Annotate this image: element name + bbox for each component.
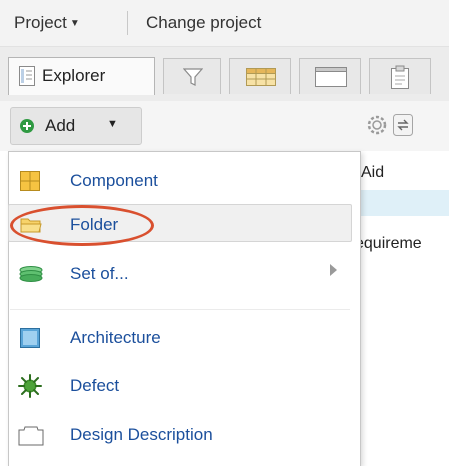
explorer-toolbar: Add ▼ bbox=[0, 101, 449, 151]
column-header-id: Aid bbox=[361, 164, 385, 181]
view-tab-strip: Explorer bbox=[0, 47, 449, 101]
add-button-label: Add bbox=[45, 116, 76, 135]
gear-icon[interactable] bbox=[366, 114, 388, 136]
defect-icon bbox=[18, 374, 42, 398]
menu-item-label: Folder bbox=[70, 215, 119, 234]
menu-divider bbox=[10, 309, 350, 310]
tab-grid[interactable] bbox=[229, 58, 291, 94]
project-menu[interactable]: Project ▼ bbox=[14, 13, 80, 33]
clipboard-icon bbox=[391, 65, 409, 89]
tab-filter[interactable] bbox=[163, 58, 221, 94]
folder-icon bbox=[20, 218, 42, 233]
menu-item-component[interactable]: Component bbox=[12, 165, 350, 199]
requirement-row-text: equireme bbox=[355, 235, 422, 252]
menu-item-set-of[interactable]: Set of... bbox=[12, 258, 350, 292]
menu-item-folder[interactable]: Folder bbox=[12, 209, 350, 243]
menu-item-design-description[interactable]: Design Description bbox=[12, 419, 350, 453]
tab-clipboard[interactable] bbox=[369, 58, 431, 94]
add-plus-icon bbox=[20, 119, 34, 133]
filter-icon bbox=[183, 68, 203, 86]
selected-row-highlight bbox=[352, 190, 449, 216]
set-icon bbox=[19, 266, 43, 282]
menu-item-label: Defect bbox=[70, 376, 120, 395]
add-button[interactable]: Add ▼ bbox=[10, 107, 142, 145]
change-project-link[interactable]: Change project bbox=[146, 13, 261, 33]
sync-icon[interactable] bbox=[393, 114, 413, 136]
submenu-arrow-icon bbox=[330, 264, 337, 276]
menu-item-label: Architecture bbox=[70, 328, 161, 347]
tab-explorer[interactable]: Explorer bbox=[8, 57, 155, 95]
caret-down-icon: ▼ bbox=[69, 18, 80, 29]
architecture-icon bbox=[20, 328, 40, 348]
project-bar: Project ▼ Change project bbox=[0, 0, 449, 47]
caret-down-icon: ▼ bbox=[107, 118, 118, 130]
menu-item-label: Design Description bbox=[70, 425, 213, 444]
menu-item-defect[interactable]: Defect bbox=[12, 370, 350, 404]
explorer-icon bbox=[19, 66, 35, 86]
window-icon bbox=[315, 67, 347, 87]
component-icon bbox=[20, 171, 40, 191]
project-label: Project bbox=[14, 13, 67, 32]
tab-window[interactable] bbox=[299, 58, 361, 94]
tab-explorer-label: Explorer bbox=[42, 66, 106, 85]
menu-item-label: Component bbox=[70, 171, 158, 190]
grid-icon bbox=[246, 68, 276, 86]
menu-item-architecture[interactable]: Architecture bbox=[12, 322, 350, 356]
divider bbox=[127, 11, 128, 35]
menu-item-label: Set of... bbox=[70, 264, 129, 283]
design-description-icon bbox=[18, 426, 44, 446]
